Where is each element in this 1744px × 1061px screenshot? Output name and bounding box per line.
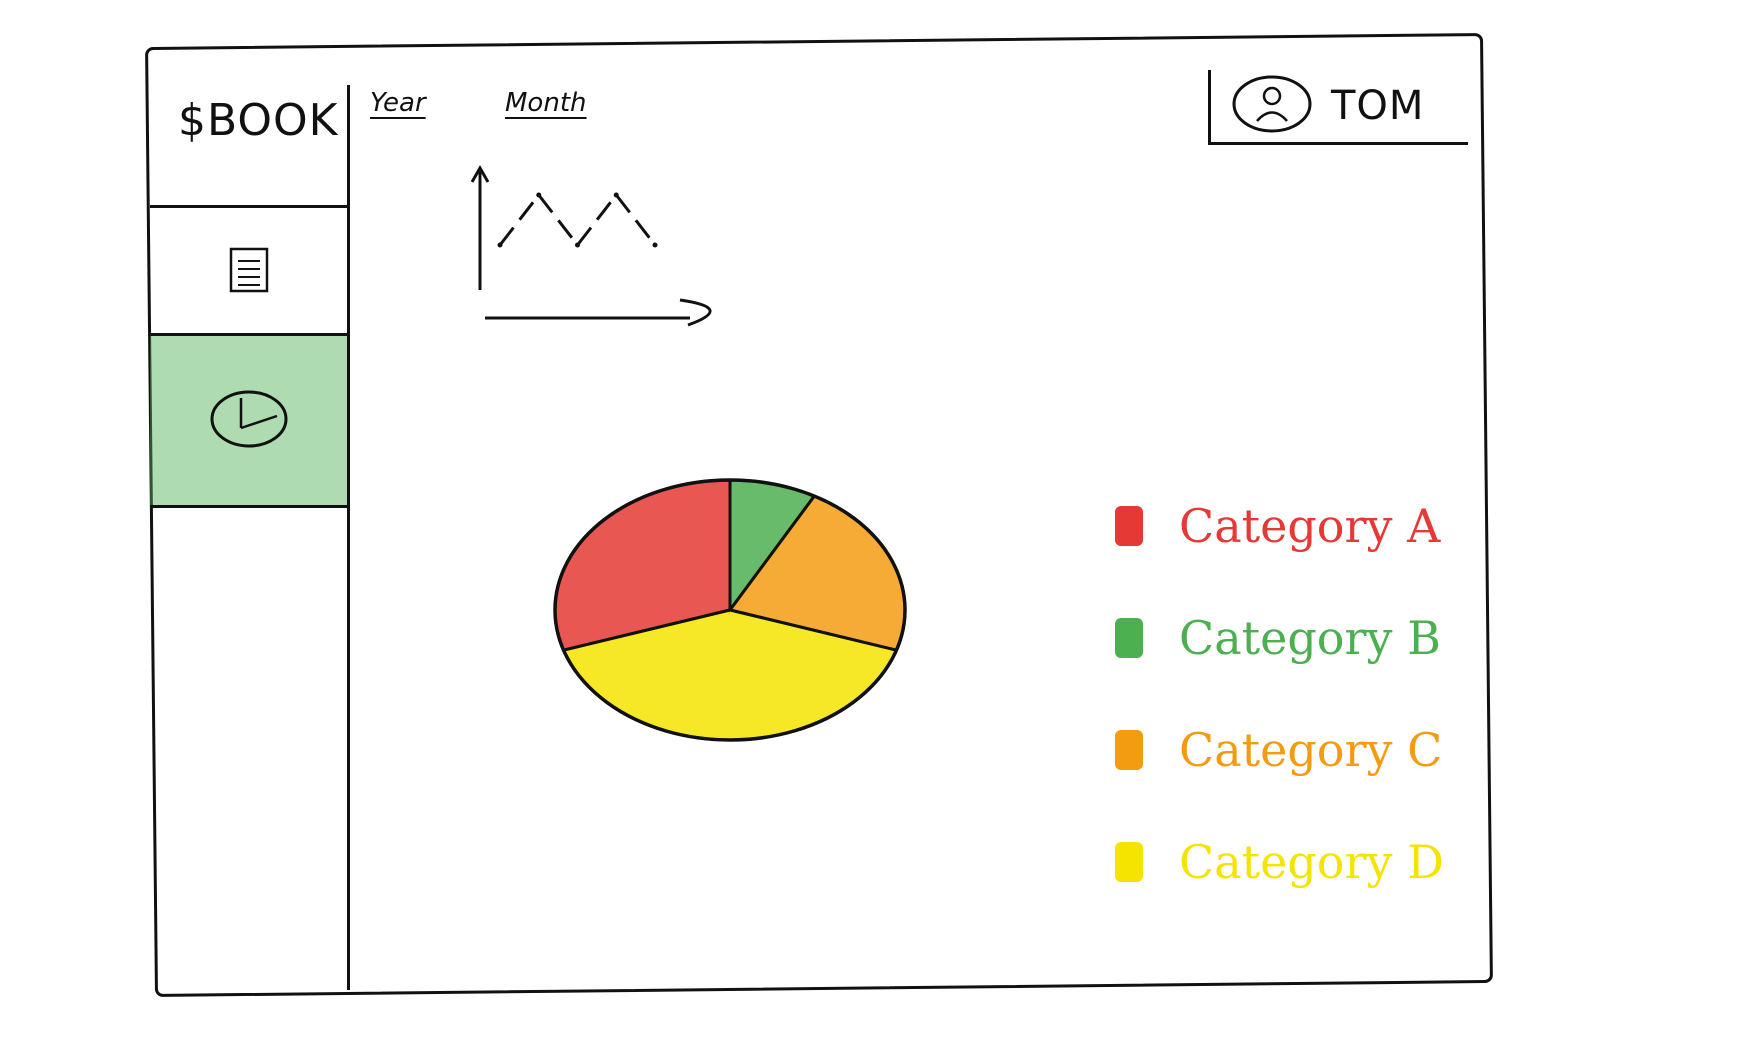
legend-label: Category A	[1179, 499, 1441, 553]
legend-swatch	[1115, 618, 1143, 658]
document-icon	[226, 243, 272, 299]
legend-item: Category D	[1115, 806, 1444, 918]
user-name: TOM	[1331, 83, 1425, 129]
line-segment	[498, 194, 540, 246]
line-point	[575, 242, 580, 248]
legend-label: Category B	[1179, 611, 1441, 665]
sidebar: $BOOK	[150, 85, 350, 990]
legend-swatch	[1115, 842, 1143, 882]
legend-swatch	[1115, 506, 1143, 546]
pie-chart	[553, 478, 907, 742]
legend-label: Category C	[1179, 723, 1443, 777]
legend-label: Category D	[1179, 835, 1444, 889]
line-point	[613, 192, 619, 198]
tab-month[interactable]: Month	[505, 88, 587, 118]
x-axis-arrow	[679, 298, 712, 327]
legend-item: Category B	[1115, 582, 1444, 694]
user-avatar-icon	[1231, 74, 1313, 138]
line-segment	[615, 194, 657, 246]
tab-year[interactable]: Year	[370, 88, 426, 118]
line-segment	[576, 194, 618, 246]
line-point	[652, 242, 658, 248]
sidebar-item-statistics[interactable]	[150, 333, 347, 508]
line-point	[536, 192, 542, 198]
sidebar-item-ledger[interactable]	[150, 205, 347, 333]
legend-item: Category C	[1115, 694, 1444, 806]
legend-swatch	[1115, 730, 1143, 770]
line-segment	[537, 194, 579, 246]
app-logo: $BOOK	[178, 95, 339, 146]
line-point	[497, 242, 503, 248]
user-menu[interactable]: TOM	[1208, 70, 1468, 145]
line-series	[497, 192, 658, 248]
pie-chart-icon	[207, 386, 291, 456]
line-chart	[470, 164, 712, 327]
chart-legend: Category A Category B Category C Category D	[1115, 470, 1444, 918]
legend-item: Category A	[1115, 470, 1444, 582]
